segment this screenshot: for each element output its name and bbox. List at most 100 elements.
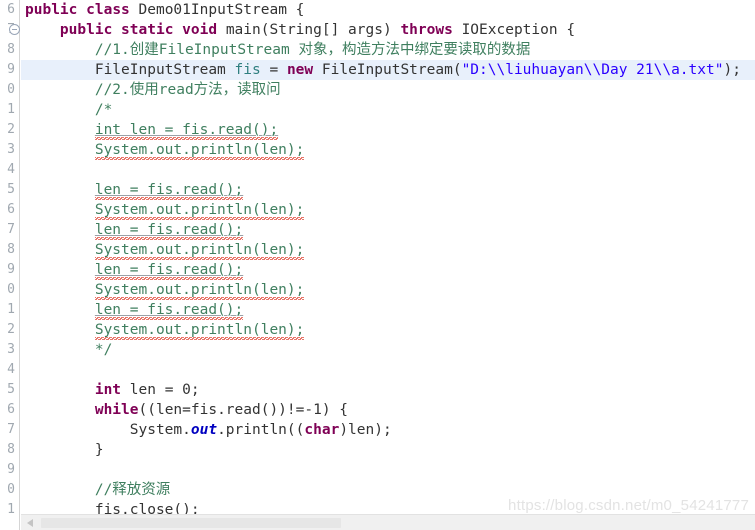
arrow-left-icon[interactable] [27, 519, 33, 527]
comment-token: //释放资源 [94, 482, 171, 498]
code-line[interactable]: int len = fis.read(); [21, 120, 755, 140]
comment-token: */ [94, 342, 113, 358]
collapse-circle-minus-icon[interactable] [9, 24, 20, 35]
code-line[interactable]: System.out.println(len); [21, 280, 755, 300]
code-line[interactable]: len = fis.read(); [21, 180, 755, 200]
line-number: 7 [7, 422, 15, 437]
code-line[interactable]: System.out.println(len); [21, 320, 755, 340]
code-text-area[interactable]: public class Demo01InputStream { public … [21, 0, 755, 530]
line-number: 1 [7, 102, 15, 117]
line-number: 6 [7, 202, 15, 217]
line-number: 0 [7, 282, 15, 297]
comment-token: len = fis.read(); [94, 302, 244, 320]
comment-token: int len = fis.read(); [94, 122, 279, 140]
keyword-token: while [94, 402, 139, 418]
code-line[interactable]: len = fis.read(); [21, 260, 755, 280]
comment-token: len = fis.read(); [94, 262, 244, 280]
code-line[interactable]: //释放资源 [21, 480, 755, 500]
comment-token: System.out.println(len); [94, 242, 305, 260]
keyword-token: char [304, 422, 340, 438]
line-number: 6 [7, 2, 15, 17]
code-line[interactable]: //1.创建FileInputStream 对象，构造方法中绑定要读取的数据 [21, 40, 755, 60]
static-field-token: out [190, 422, 218, 438]
line-number: 9 [7, 462, 15, 477]
line-number: 1 [7, 302, 15, 317]
scrollbar-thumb[interactable] [41, 518, 341, 528]
code-line[interactable]: */ [21, 340, 755, 360]
code-line[interactable]: System.out.println(len); [21, 240, 755, 260]
params-token: (String[] args) [260, 22, 392, 38]
declaration-token: len = 0; [121, 382, 200, 398]
constructor-token: FileInputStream( [321, 62, 462, 78]
code-line-blank[interactable] [21, 360, 755, 380]
comment-token: System.out.println(len); [94, 322, 305, 340]
system-token: System. [129, 422, 191, 438]
comment-token: len = fis.read(); [94, 182, 244, 200]
keyword-token: class [86, 2, 130, 18]
code-line[interactable]: while((len=fis.read())!=-1) { [21, 400, 755, 420]
keyword-token: new [286, 62, 314, 78]
code-line[interactable]: System.out.println(len); [21, 140, 755, 160]
code-editor[interactable]: 6 7 8 9 0 1 2 3 4 5 6 7 8 9 0 1 2 3 4 5 … [0, 0, 755, 530]
line-number: 3 [7, 142, 15, 157]
comment-token: System.out.println(len); [94, 142, 305, 160]
variable-token: fis [234, 62, 261, 78]
line-number: 1 [7, 502, 15, 517]
code-line[interactable]: len = fis.read(); [21, 300, 755, 320]
exception-token: IOException [461, 22, 558, 38]
code-line[interactable]: /* [21, 100, 755, 120]
line-number: 4 [7, 362, 15, 377]
line-number-gutter[interactable]: 6 7 8 9 0 1 2 3 4 5 6 7 8 9 0 1 2 3 4 5 … [0, 0, 20, 530]
line-number: 2 [7, 322, 15, 337]
comment-token: len = fis.read(); [94, 222, 244, 240]
line-number: 8 [7, 242, 15, 257]
line-number: 2 [7, 122, 15, 137]
code-line[interactable]: System.out.println((char)len); [21, 420, 755, 440]
brace-token: } [94, 442, 104, 458]
type-token: FileInputStream [94, 62, 226, 78]
line-number: 6 [7, 402, 15, 417]
keyword-token: throws [400, 22, 453, 38]
line-number: 3 [7, 342, 15, 357]
line-number: 8 [7, 42, 15, 57]
line-number: 9 [7, 62, 15, 77]
keyword-token: public [25, 2, 78, 18]
line-number: 0 [7, 82, 15, 97]
keyword-token: int [94, 382, 122, 398]
code-line[interactable]: System.out.println(len); [21, 200, 755, 220]
code-line[interactable]: int len = 0; [21, 380, 755, 400]
comment-token: //1.创建FileInputStream 对象，构造方法中绑定要读取的数据 [94, 42, 531, 58]
method-name-token: main [225, 22, 261, 38]
line-number: 5 [7, 182, 15, 197]
code-line[interactable]: } [21, 440, 755, 460]
code-line-blank[interactable] [21, 460, 755, 480]
class-name-token: Demo01InputStream [138, 2, 287, 18]
brace-token: { [566, 22, 576, 38]
code-line[interactable]: public static void main(String[] args) t… [21, 20, 755, 40]
code-line-blank[interactable] [21, 160, 755, 180]
code-line[interactable]: //2.使用read方法，读取问 [21, 80, 755, 100]
keyword-token: static [121, 22, 174, 38]
string-literal-token: "D:\\liuhuayan\\Day 21\\a.txt" [461, 62, 724, 78]
line-number: 0 [7, 482, 15, 497]
operator-token: = [269, 62, 279, 78]
comment-token: //2.使用read方法，读取问 [94, 82, 281, 98]
keyword-token: public [59, 22, 113, 38]
keyword-token: void [182, 22, 218, 38]
line-tail-token: )len); [339, 422, 392, 438]
comment-token: /* [94, 102, 113, 118]
line-tail-token: ); [723, 62, 741, 78]
line-number: 5 [7, 382, 15, 397]
comment-token: System.out.println(len); [94, 202, 305, 220]
line-number: 8 [7, 442, 15, 457]
condition-token: ((len=fis.read())!=-1) { [138, 402, 349, 418]
method-call-token: .println(( [217, 422, 305, 438]
line-number: 9 [7, 262, 15, 277]
horizontal-scrollbar[interactable] [21, 514, 755, 530]
code-line[interactable]: public class Demo01InputStream { [21, 0, 755, 20]
brace-token: { [295, 2, 305, 18]
code-line[interactable]: len = fis.read(); [21, 220, 755, 240]
line-number: 7 [7, 222, 15, 237]
line-number: 4 [7, 162, 15, 177]
code-line-current[interactable]: FileInputStream fis = new FileInputStrea… [21, 60, 755, 80]
